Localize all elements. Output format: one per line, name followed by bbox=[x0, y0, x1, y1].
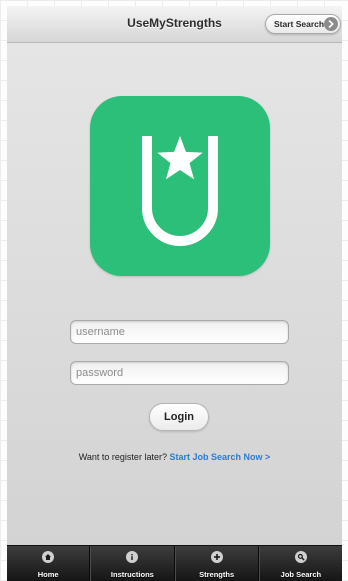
register-prompt: Want to register later? bbox=[78, 452, 167, 462]
home-icon bbox=[42, 551, 55, 563]
plus-icon bbox=[210, 551, 223, 563]
tab-strengths-label: Strengths bbox=[199, 570, 235, 579]
tab-strengths[interactable]: Strengths bbox=[174, 546, 259, 581]
password-field[interactable] bbox=[70, 361, 289, 385]
login-button[interactable]: Login bbox=[149, 403, 209, 431]
tab-job-search-label: Job Search bbox=[280, 570, 322, 579]
bottom-tab-bar: Home Instructions Strengths Job Search bbox=[7, 545, 342, 581]
search-icon bbox=[294, 551, 307, 563]
tab-instructions-label: Instructions bbox=[110, 570, 154, 579]
start-search-label: Start Search bbox=[274, 19, 325, 29]
start-search-button[interactable]: Start Search bbox=[265, 14, 341, 34]
header-bar: UseMyStrengths Start Search bbox=[7, 6, 342, 43]
usemystrengths-logo-icon bbox=[90, 96, 270, 276]
tab-home[interactable]: Home bbox=[7, 546, 91, 581]
tab-instructions[interactable]: Instructions bbox=[90, 546, 175, 581]
tab-home-label: Home bbox=[37, 570, 59, 579]
register-later-line: Want to register later? Start Job Search… bbox=[7, 452, 342, 462]
info-icon bbox=[126, 551, 139, 563]
start-job-search-link[interactable]: Start Job Search Now > bbox=[169, 452, 270, 462]
phone-screen: UseMyStrengths Start Search Login Want t… bbox=[7, 6, 342, 581]
main-content: Login Want to register later? Start Job … bbox=[7, 43, 342, 545]
arrow-right-icon bbox=[324, 17, 338, 31]
username-field[interactable] bbox=[70, 320, 289, 344]
tab-job-search[interactable]: Job Search bbox=[258, 546, 342, 581]
